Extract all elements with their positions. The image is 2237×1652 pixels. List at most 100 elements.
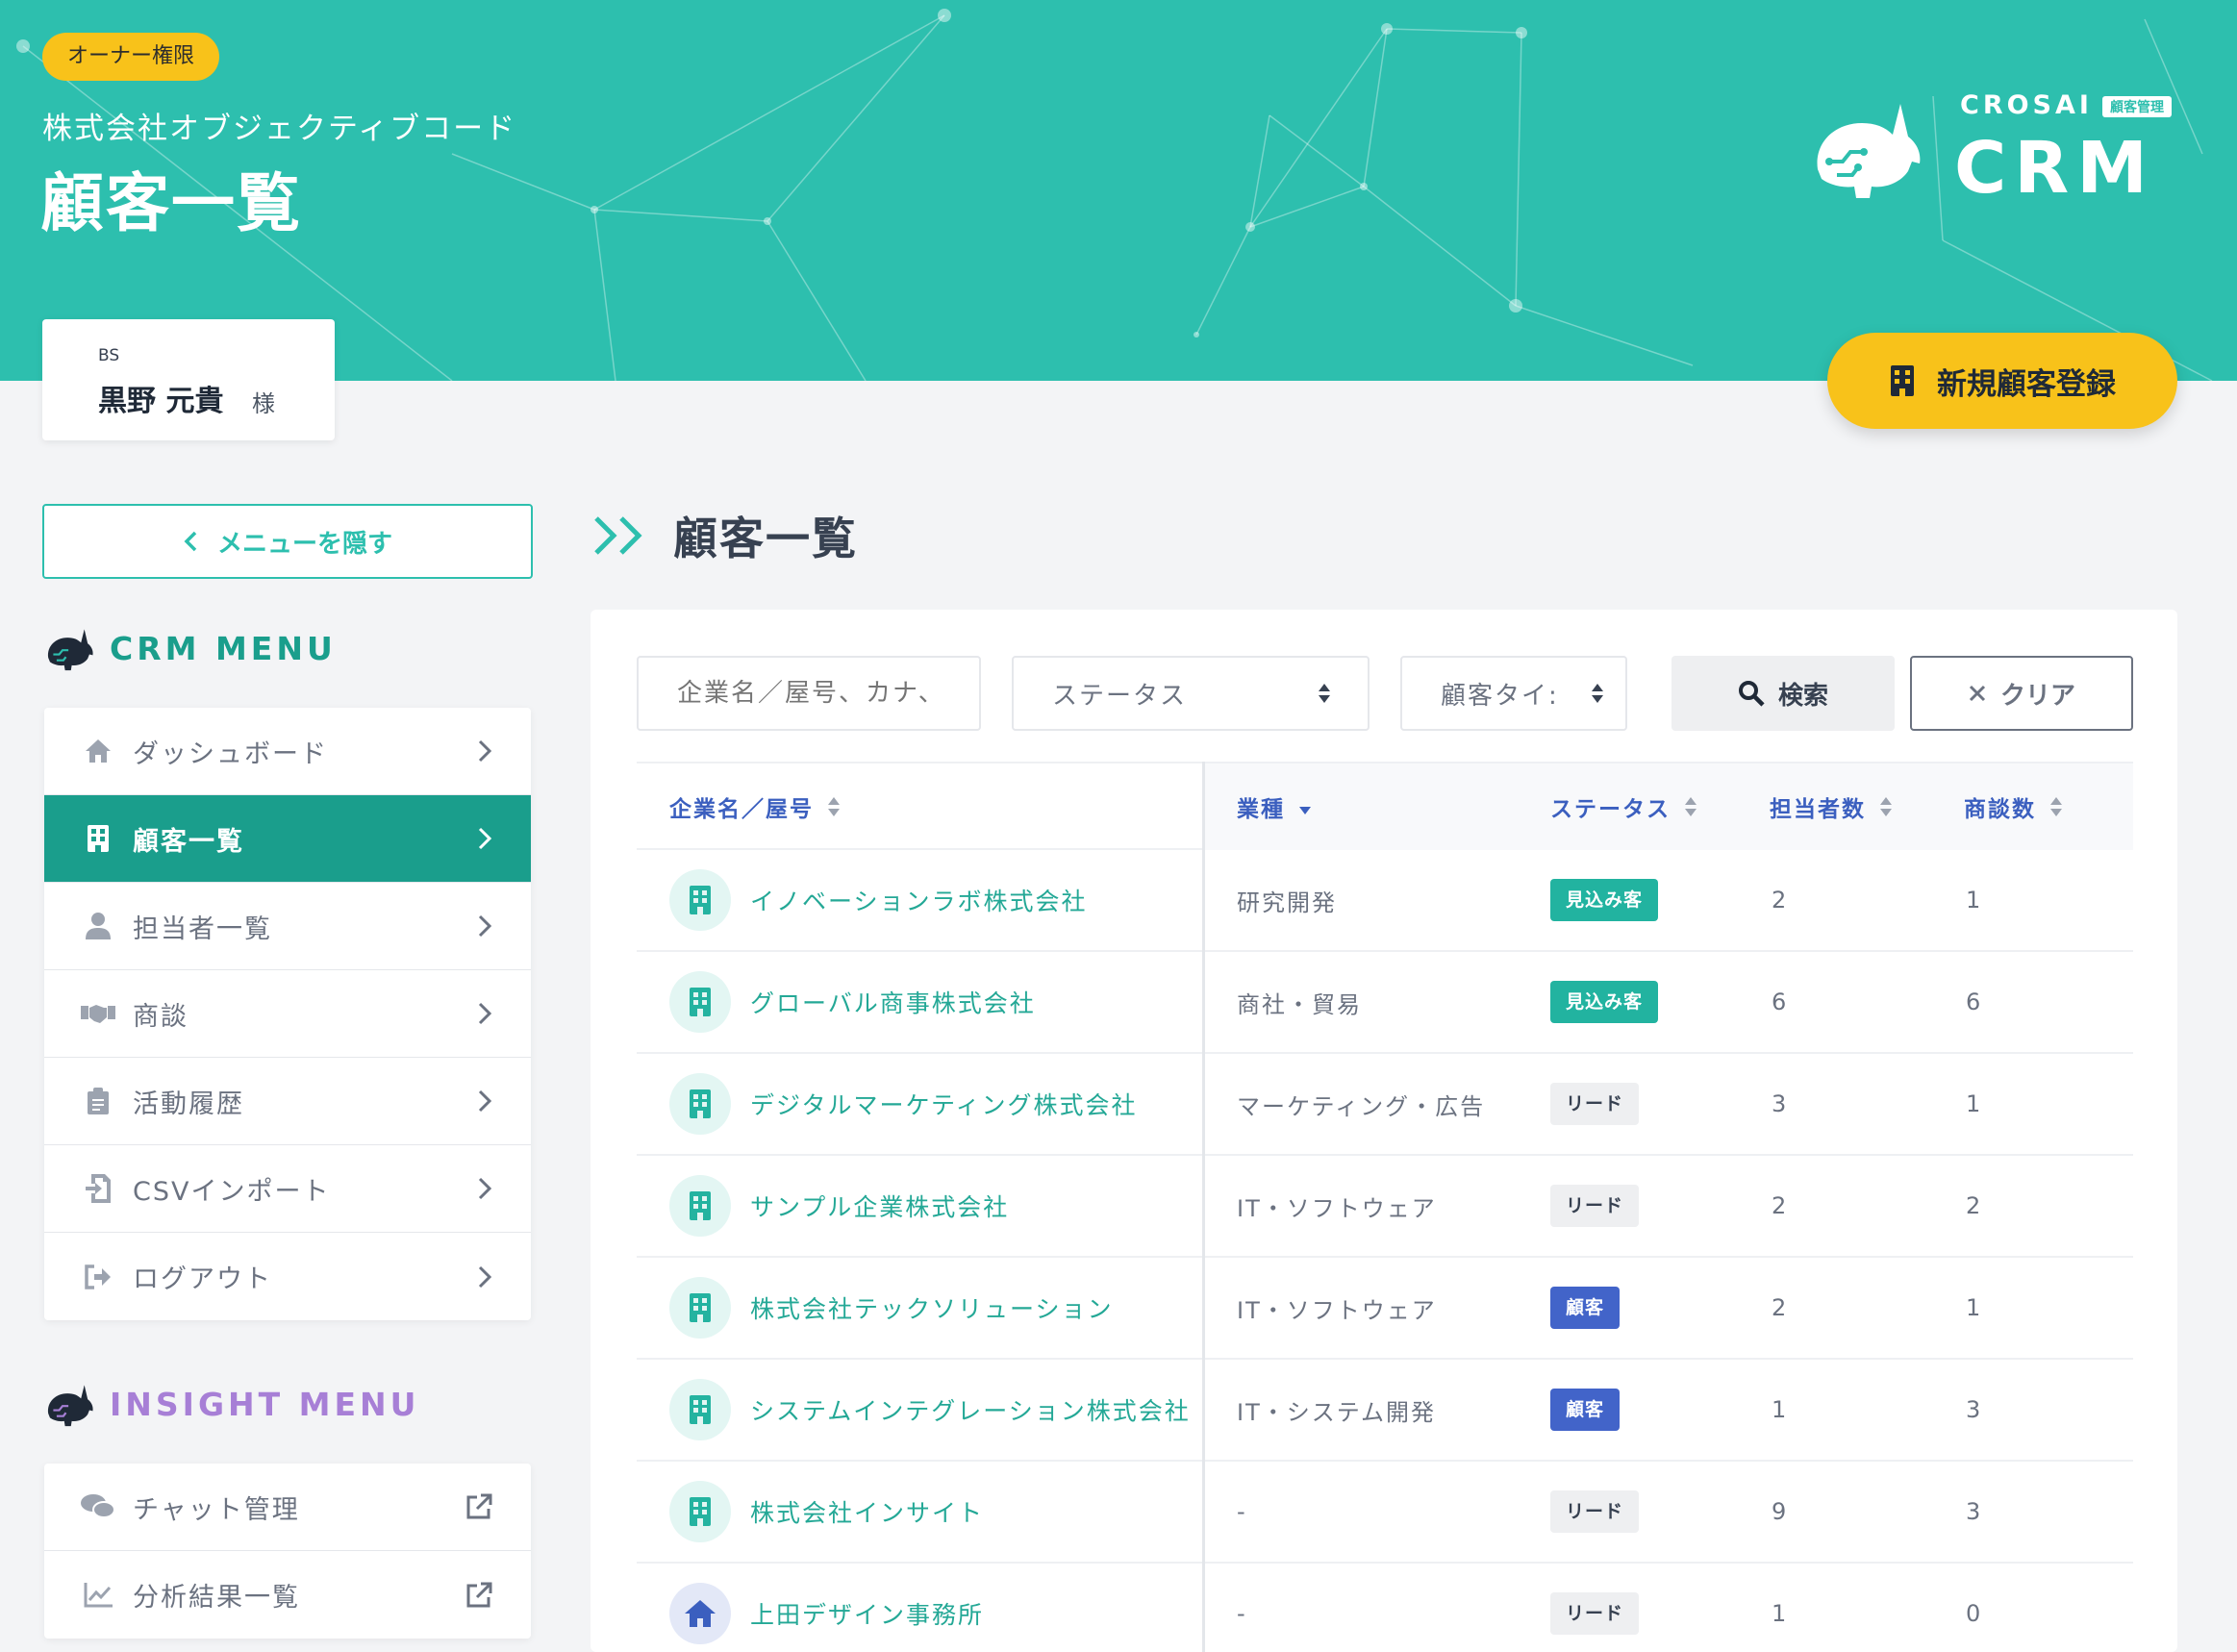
chevron-right-icon [478,827,492,850]
sidebar-item-activities[interactable]: 活動履歴 [44,1058,531,1145]
cell-name: 株式会社テックソリューション [669,1258,1114,1358]
sidebar-item-label: CSVインポート [133,1176,331,1207]
user-name: 黒野 元貴 [98,385,224,418]
user-department: BS [98,346,120,365]
table-row[interactable]: サンプル企業株式会社 IT・ソフトウェア リード 2 2 [637,1156,2133,1258]
page-title: 顧客一覧 [673,513,858,564]
new-customer-button[interactable]: 新規顧客登録 [1827,333,2177,429]
column-header-deals[interactable]: 商談数 [1964,763,2063,850]
external-link-icon [466,1493,492,1519]
customer-name-link[interactable]: イノベーションラボ株式会社 [750,883,1088,917]
sidebar-item-label: 活動履歴 [133,1089,244,1119]
cell-deals: 3 [1966,1498,1983,1525]
cell-contacts: 2 [1772,887,1789,914]
cell-industry: IT・システム開発 [1237,1398,1437,1426]
chat-icon [81,1494,115,1518]
customer-type-label: 顧客タイ: [1441,681,1559,711]
user-icon [86,913,111,939]
home-icon [86,739,111,763]
cell-deals: 6 [1966,989,1983,1015]
column-header-label: 業種 [1237,797,1285,822]
status-select[interactable]: ステータス [1012,656,1370,731]
table-row[interactable]: イノベーションラボ株式会社 研究開発 見込み客 2 1 [637,850,2133,952]
chevron-right-icon [478,1089,492,1113]
customer-list-panel: ステータス 顧客タイ: 検索 クリア 企業名／屋号 業種 ステータス [591,610,2177,1652]
handshake-icon [81,1005,115,1023]
cell-status: リード [1550,1156,1640,1256]
table-row[interactable]: システムインテグレーション株式会社 IT・システム開発 顧客 1 3 [637,1360,2133,1462]
cell-status: リード [1550,1054,1640,1154]
customer-name-link[interactable]: 株式会社テックソリューション [750,1290,1114,1325]
column-header-label: 商談数 [1964,797,2036,822]
sidebar-item-logout[interactable]: ログアウト [44,1233,531,1320]
customer-avatar [669,1277,731,1339]
owner-permission-badge: オーナー権限 [42,33,220,81]
search-name-input[interactable] [637,656,981,731]
rhino-crm-icon [47,629,93,671]
cell-contacts: 3 [1772,1090,1789,1117]
cell-status: リード [1550,1564,1640,1652]
sidebar-item-label: チャット管理 [133,1494,300,1525]
customer-avatar [669,1583,731,1644]
clear-button-label: クリア [1999,681,2075,711]
status-badge: リード [1550,1592,1640,1635]
cell-status: リード [1550,1462,1640,1562]
customer-name-link[interactable]: サンプル企業株式会社 [750,1189,1009,1223]
sidebar-item-csv-import[interactable]: CSVインポート [44,1145,531,1233]
customer-name-link[interactable]: 株式会社インサイト [750,1494,984,1529]
building-icon [690,1293,711,1322]
table-row[interactable]: 上田デザイン事務所 - リード 1 0 [637,1564,2133,1652]
status-badge: 見込み客 [1550,879,1659,921]
logo-tag: 顧客管理 [2102,96,2172,117]
column-header-status[interactable]: ステータス [1550,763,1697,850]
cell-deals: 1 [1966,1294,1983,1321]
header-banner: オーナー権限 株式会社オブジェクティブコード 顧客一覧 CROSAI 顧客管理 … [0,0,2237,381]
cell-name: グローバル商事株式会社 [669,952,1036,1052]
crosai-crm-logo[interactable]: CROSAI 顧客管理 CRM [1808,90,2193,210]
customer-name-link[interactable]: グローバル商事株式会社 [750,985,1036,1019]
chevron-right-icon [478,1002,492,1025]
chevron-right-icon [478,1265,492,1288]
table-row[interactable]: 株式会社テックソリューション IT・ソフトウェア 顧客 2 1 [637,1258,2133,1360]
sidebar-item-contacts[interactable]: 担当者一覧 [44,883,531,970]
building-icon [88,825,109,852]
customer-name-link[interactable]: デジタルマーケティング株式会社 [750,1087,1138,1121]
table-row[interactable]: グローバル商事株式会社 商社・貿易 見込み客 6 6 [637,952,2133,1054]
customer-avatar [669,869,731,931]
cell-name: デジタルマーケティング株式会社 [669,1054,1138,1154]
cell-status: 顧客 [1550,1258,1621,1358]
column-header-name[interactable]: 企業名／屋号 [669,763,841,850]
table-header: 企業名／屋号 業種 ステータス 担当者数 商談数 [637,762,2133,850]
clear-button[interactable]: クリア [1910,656,2133,731]
search-button[interactable]: 検索 [1671,656,1895,731]
table-row[interactable]: デジタルマーケティング株式会社 マーケティング・広告 リード 3 1 [637,1054,2133,1156]
table-row[interactable]: 株式会社インサイト - リード 9 3 [637,1462,2133,1564]
column-header-industry[interactable]: 業種 [1237,763,1312,850]
hide-menu-button[interactable]: メニューを隠す [42,504,533,579]
new-customer-label: 新規顧客登録 [1937,366,2116,402]
building-icon [690,1395,711,1424]
crm-menu-heading: CRM MENU [42,625,337,671]
customer-type-select[interactable]: 顧客タイ: [1400,656,1627,731]
user-honorific: 様 [252,390,275,417]
company-name: 株式会社オブジェクティブコード [42,112,517,146]
sidebar-item-label: 顧客一覧 [133,826,244,857]
cell-contacts: 2 [1772,1294,1789,1321]
search-icon [1738,681,1765,707]
cell-contacts: 1 [1772,1396,1789,1423]
sidebar-item-chat[interactable]: チャット管理 [44,1464,531,1551]
customer-avatar [669,1481,731,1542]
customer-name-link[interactable]: 上田デザイン事務所 [750,1596,984,1631]
sidebar-item-customers[interactable]: 顧客一覧 [44,795,531,883]
cell-deals: 3 [1966,1396,1983,1423]
external-link-icon [466,1582,492,1607]
sort-desc-icon [1299,807,1311,814]
sort-icon [2050,797,2062,816]
customer-avatar [669,1379,731,1440]
customer-name-link[interactable]: システムインテグレーション株式会社 [750,1392,1191,1427]
sidebar-item-analysis[interactable]: 分析結果一覧 [44,1551,531,1639]
sidebar-item-dashboard[interactable]: ダッシュボード [44,708,531,795]
column-header-contacts[interactable]: 担当者数 [1770,763,1893,850]
close-icon [1969,685,1986,702]
sidebar-item-deals[interactable]: 商談 [44,970,531,1058]
